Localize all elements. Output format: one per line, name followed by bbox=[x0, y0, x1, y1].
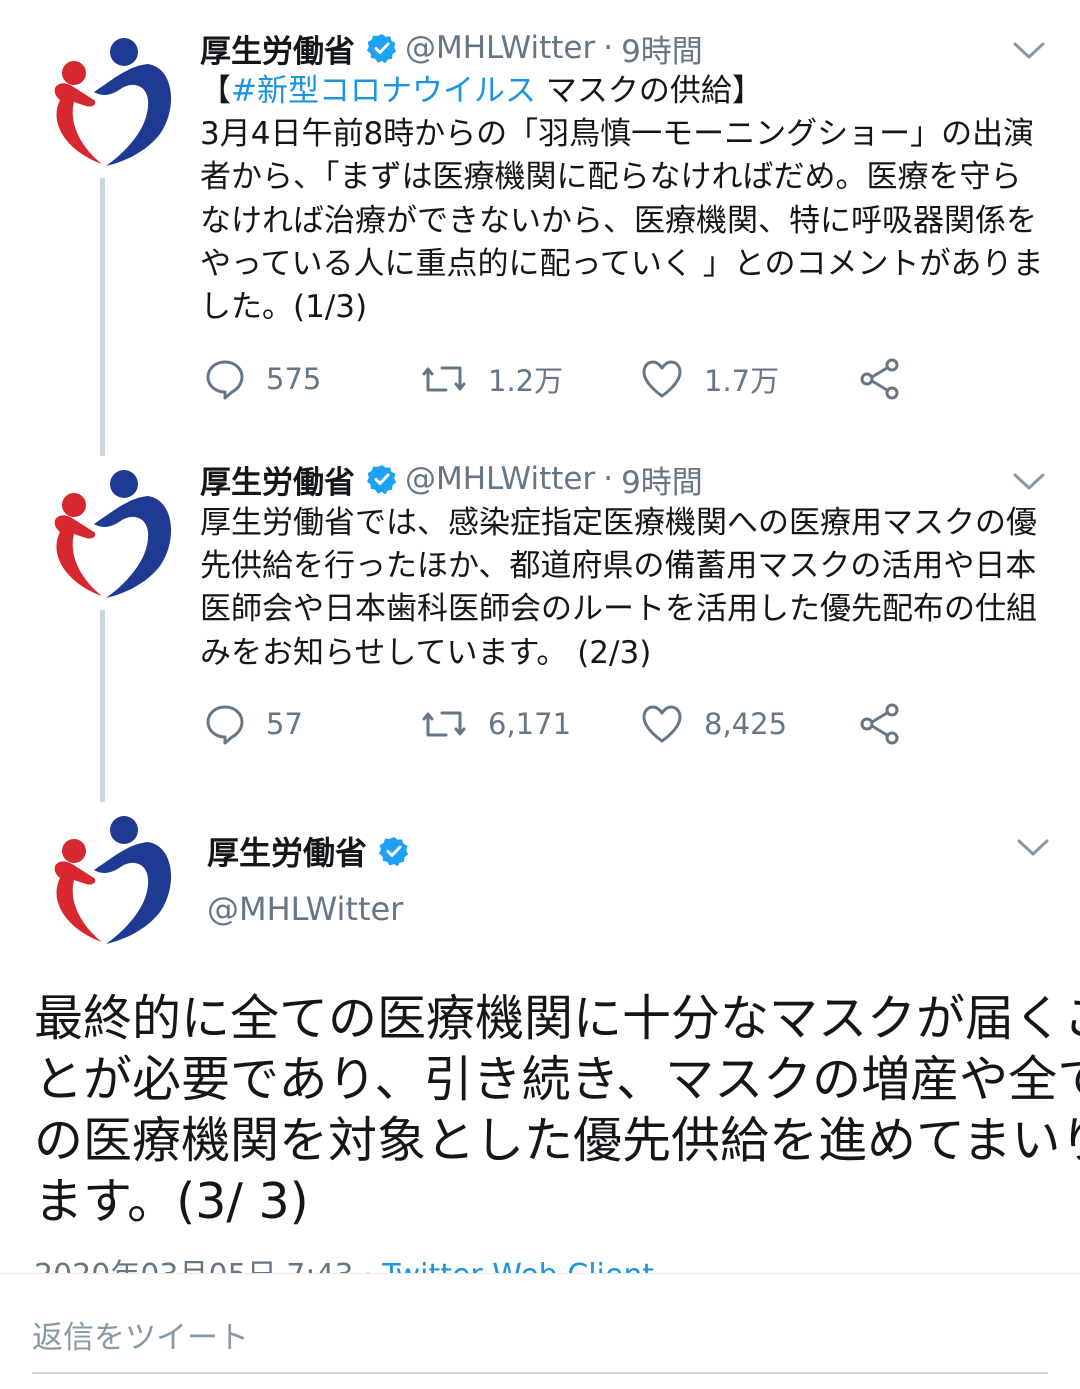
timestamp[interactable]: 9時間 bbox=[621, 26, 703, 71]
like-button[interactable]: 1.7万 bbox=[640, 354, 779, 404]
verified-badge-icon bbox=[379, 836, 409, 866]
ministry-logo-icon bbox=[28, 460, 178, 610]
ministry-logo-icon bbox=[28, 806, 178, 956]
display-name[interactable]: 厚生労働省 bbox=[200, 457, 355, 502]
like-icon bbox=[642, 705, 682, 743]
tweet-line: ます。(3/ 3) bbox=[34, 1173, 309, 1230]
reply-count: 575 bbox=[266, 362, 322, 396]
tweet-line: 者から、「まずは医療機関に配らなければだめ。医療を守ら bbox=[200, 159, 1022, 196]
reply-button[interactable]: 575 bbox=[204, 354, 321, 404]
tweet-text: 厚生労働省では、感染症指定医療機関への医療用マスクの優 先供給を行ったほか、都道… bbox=[200, 502, 1050, 675]
handle[interactable]: @MHLWitter bbox=[405, 461, 595, 497]
ministry-logo-icon bbox=[28, 28, 178, 178]
chevron-down-icon[interactable] bbox=[1012, 471, 1046, 493]
tweet-line: 医師会や日本歯科医師会のルートを活用した優先配布の仕組 bbox=[200, 591, 1037, 628]
reply-input[interactable]: 返信をツイート bbox=[32, 1312, 249, 1357]
like-button[interactable]: 8,425 bbox=[640, 699, 787, 749]
retweet-button[interactable]: 1.2万 bbox=[420, 354, 563, 404]
client-link[interactable]: Twitter Web Client bbox=[382, 1258, 654, 1274]
tweet-header: 厚生労働省 @MHLWitter · 9時間 bbox=[200, 26, 703, 71]
retweet-icon bbox=[422, 711, 466, 737]
reply-count: 57 bbox=[266, 707, 303, 741]
chevron-down-icon[interactable] bbox=[1016, 837, 1050, 859]
tweet-text: 【#新型コロナウイルス マスクの供給】 3月4日午前8時からの「羽鳥慎一モーニン… bbox=[200, 70, 1050, 329]
display-name[interactable]: 厚生労働省 bbox=[200, 26, 355, 71]
focused-tweet-text: 最終的に全ての医療機関に十分なマスクが届くこ とが必要であり、引き続き、マスクの… bbox=[34, 988, 1080, 1232]
chevron-down-icon[interactable] bbox=[1012, 40, 1046, 62]
tweet-line: した。(1/3) bbox=[200, 289, 368, 326]
avatar[interactable] bbox=[28, 806, 178, 956]
tweet-line: なければ治療ができないから、医療機関、特に呼吸器関係を bbox=[200, 202, 1037, 239]
tweet-line: の医療機関を対象とした優先供給を進めてまいり bbox=[34, 1112, 1080, 1169]
share-button[interactable] bbox=[858, 699, 902, 749]
share-icon bbox=[860, 703, 899, 745]
reply-icon bbox=[206, 360, 244, 400]
thread-line bbox=[100, 178, 105, 456]
focused-tweet-author: 厚生労働省 bbox=[207, 828, 417, 874]
share-button[interactable] bbox=[858, 354, 902, 404]
timestamp[interactable]: 9時間 bbox=[621, 457, 703, 502]
verified-badge-icon bbox=[367, 464, 397, 494]
reply-icon bbox=[206, 705, 244, 745]
full-timestamp: 2020年03月05日 7:43 · bbox=[34, 1258, 382, 1274]
tweet-line: 3月4日午前8時からの「羽鳥慎一モーニングショー」の出演 bbox=[200, 116, 1035, 153]
separator: · bbox=[603, 30, 614, 66]
tweet-line: 最終的に全ての医療機関に十分なマスクが届くこ bbox=[34, 990, 1080, 1047]
avatar[interactable] bbox=[28, 460, 178, 610]
separator: · bbox=[603, 461, 614, 497]
reply-button[interactable]: 57 bbox=[204, 699, 303, 749]
thread-line bbox=[100, 610, 105, 802]
share-icon bbox=[860, 358, 899, 400]
tweet-line: みをお知らせしています。 (2/3) bbox=[200, 634, 652, 671]
like-count: 1.7万 bbox=[704, 364, 780, 398]
like-count: 8,425 bbox=[704, 707, 788, 741]
reply-input-underline bbox=[32, 1372, 1048, 1374]
tweet-line: とが必要であり、引き続き、マスクの増産や全て bbox=[34, 1051, 1080, 1108]
tweet-meta: 2020年03月05日 7:43 · Twitter Web Client bbox=[34, 1250, 654, 1274]
retweet-count: 1.2万 bbox=[488, 364, 564, 398]
retweet-count: 6,171 bbox=[488, 707, 572, 741]
handle[interactable]: @MHLWitter bbox=[207, 890, 403, 928]
text: 【 bbox=[200, 73, 231, 109]
text: マスクの供給】 bbox=[535, 73, 763, 109]
tweet-line: 先供給を行ったほか、都道府県の備蓄用マスクの活用や日本 bbox=[200, 548, 1037, 585]
hashtag-link[interactable]: #新型コロナウイルス bbox=[231, 73, 536, 109]
avatar[interactable] bbox=[28, 28, 178, 178]
verified-badge-icon bbox=[367, 33, 397, 63]
retweet-icon bbox=[422, 366, 466, 392]
tweet-line: 厚生労働省では、感染症指定医療機関への医療用マスクの優 bbox=[200, 505, 1037, 541]
display-name[interactable]: 厚生労働省 bbox=[207, 828, 367, 874]
like-icon bbox=[642, 360, 682, 398]
retweet-button[interactable]: 6,171 bbox=[420, 699, 571, 749]
tweet-line: 【#新型コロナウイルス マスクの供給】 bbox=[200, 70, 1050, 113]
handle[interactable]: @MHLWitter bbox=[405, 30, 595, 66]
tweet-header: 厚生労働省 @MHLWitter · 9時間 bbox=[200, 457, 703, 502]
tweet-line: やっている人に重点的に配っていく 」とのコメントがありま bbox=[200, 245, 1044, 282]
reply-bar: 返信をツイート bbox=[0, 1273, 1080, 1389]
